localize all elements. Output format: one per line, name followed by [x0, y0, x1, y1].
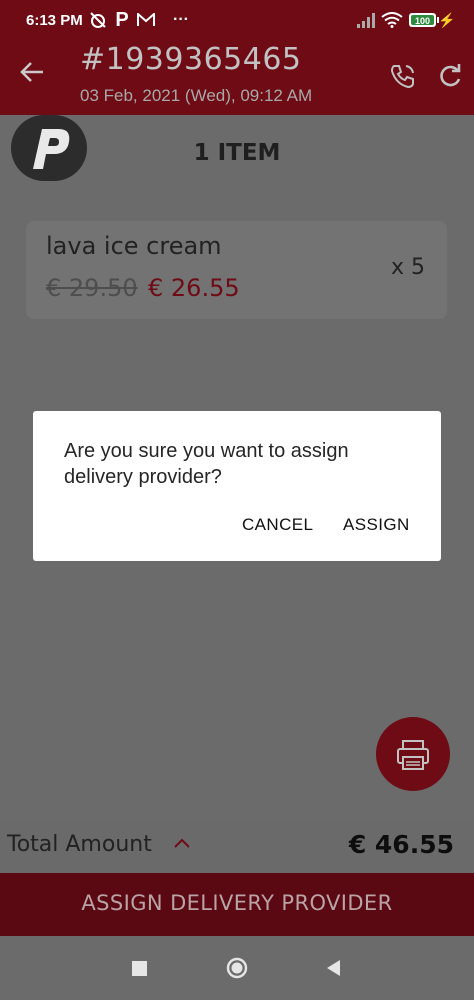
assign-delivery-provider-label: ASSIGN DELIVERY PROVIDER — [81, 891, 393, 915]
arrow-left-icon — [20, 62, 43, 82]
triangle-back-icon — [327, 960, 340, 976]
assign-confirm-button[interactable]: ASSIGN — [343, 515, 410, 535]
total-amount: € 46.55 — [348, 830, 454, 859]
item-original-price: € 29.50 — [46, 274, 138, 302]
back-button[interactable] — [18, 58, 50, 94]
cancel-button[interactable]: CANCEL — [242, 515, 313, 535]
total-bar[interactable]: Total Amount € 46.55 — [0, 820, 474, 873]
refresh-button[interactable] — [436, 62, 466, 92]
square-icon — [132, 961, 147, 976]
wifi-icon — [381, 10, 403, 30]
svg-text:100: 100 — [415, 16, 430, 26]
circle-icon — [226, 957, 248, 979]
system-nav-bar — [0, 936, 474, 1000]
item-quantity: x 5 — [390, 255, 425, 280]
confirm-dialog: Are you sure you want to assign delivery… — [33, 411, 441, 561]
recents-button[interactable] — [128, 956, 152, 980]
total-label: Total Amount — [7, 832, 152, 857]
item-count: 1 ITEM — [193, 140, 281, 166]
order-date: 03 Feb, 2021 (Wed), 09:12 AM — [80, 86, 313, 105]
charging-icon: ⚡ — [438, 11, 456, 28]
app-header: #1939365465 03 Feb, 2021 (Wed), 09:12 AM — [0, 42, 474, 115]
status-time: 6:13 PM — [26, 12, 83, 29]
phone-icon — [390, 65, 414, 89]
p-app-icon: P — [115, 8, 129, 31]
dialog-message: Are you sure you want to assign delivery… — [64, 440, 349, 488]
signal-icon — [356, 10, 376, 30]
printer-icon — [397, 740, 429, 770]
call-button[interactable] — [388, 62, 418, 92]
order-item-card: lava ice cream € 29.50 € 26.55 x 5 — [26, 221, 447, 319]
refresh-icon — [440, 64, 461, 87]
status-bar: 6:13 PM P ··· 100 ⚡ — [0, 0, 474, 42]
back-nav-button[interactable] — [322, 956, 346, 980]
alarm-off-icon — [88, 10, 108, 30]
order-number: #1939365465 — [80, 42, 302, 77]
home-button[interactable] — [225, 956, 249, 980]
battery-icon: 100 — [408, 10, 440, 30]
item-name: lava ice cream — [46, 232, 222, 260]
assign-delivery-provider-button[interactable]: ASSIGN DELIVERY PROVIDER — [0, 873, 474, 936]
item-discounted-price: € 26.55 — [148, 274, 240, 302]
print-button[interactable] — [376, 717, 450, 791]
gmail-icon — [136, 10, 156, 30]
more-dots-icon: ··· — [173, 11, 189, 28]
chevron-up-icon[interactable] — [172, 836, 192, 850]
